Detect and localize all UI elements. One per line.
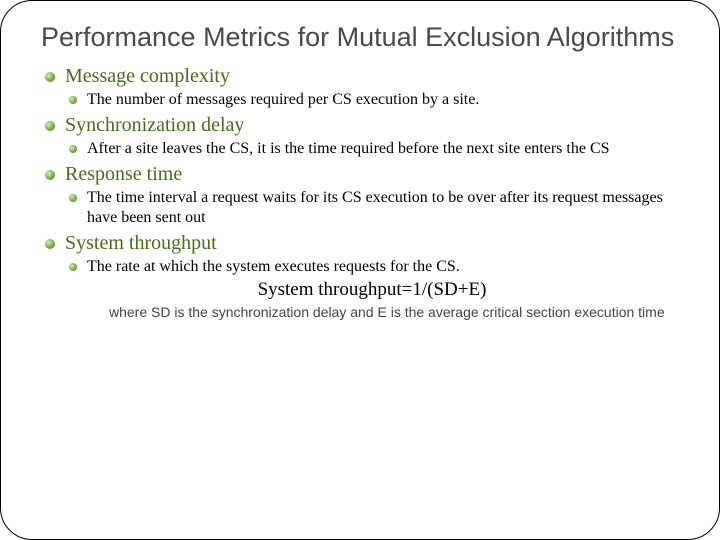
sub-item: The number of messages required per CS e… [65,90,679,110]
bullet-item: Message complexity The number of message… [41,65,679,110]
bullet-head: Message complexity [65,65,679,88]
slide: { "title": "Performance Metrics for Mutu… [0,0,720,540]
sub-list: The number of messages required per CS e… [65,90,679,110]
bullet-head: Response time [65,163,679,186]
bullet-head: System throughput [65,232,679,255]
bullet-item: Response time The time interval a reques… [41,163,679,228]
sub-item: The rate at which the system executes re… [65,257,679,277]
sub-list: The rate at which the system executes re… [65,257,679,277]
sub-list: After a site leaves the CS, it is the ti… [65,139,679,159]
slide-title: Performance Metrics for Mutual Exclusion… [41,21,679,55]
bullet-list: Message complexity The number of message… [41,65,679,321]
sub-item: The time interval a request waits for it… [65,188,679,228]
sub-list: The time interval a request waits for it… [65,188,679,228]
formula-text: System throughput=1/(SD+E) [65,279,679,301]
formula-note: where SD is the synchronization delay an… [109,303,679,321]
bullet-item: Synchronization delay After a site leave… [41,114,679,159]
bullet-item: System throughput The rate at which the … [41,232,679,321]
bullet-head: Synchronization delay [65,114,679,137]
sub-item: After a site leaves the CS, it is the ti… [65,139,679,159]
